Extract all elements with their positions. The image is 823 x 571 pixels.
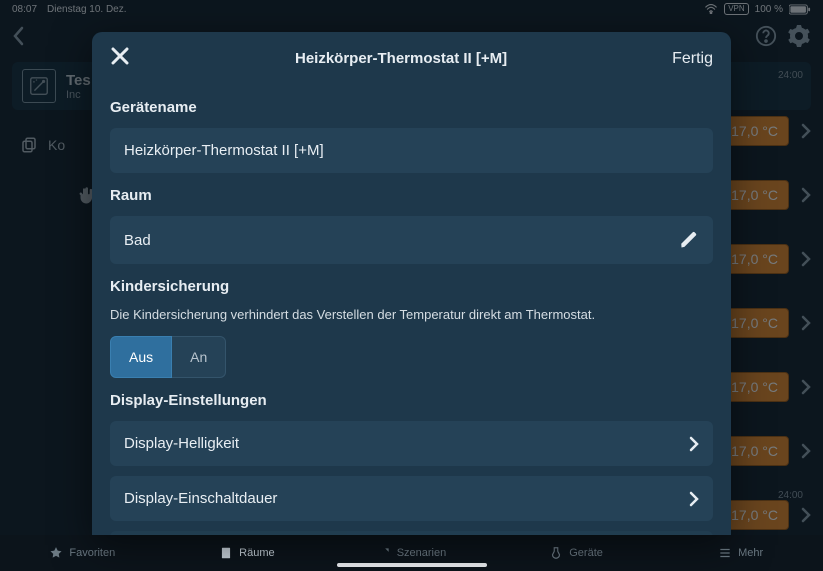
bg-card-title: Tes: [66, 72, 91, 89]
temp-row[interactable]: 17,0 °C: [720, 496, 811, 534]
device-name-input[interactable]: [110, 128, 713, 173]
bg-copy-row[interactable]: Ko: [20, 136, 65, 154]
vpn-badge: VPN: [724, 3, 748, 15]
section-device-name: Gerätename: [110, 99, 713, 116]
childlock-desc: Die Kindersicherung verhindert das Verst…: [110, 307, 713, 322]
help-icon[interactable]: [755, 25, 777, 47]
done-button[interactable]: Fertig: [672, 50, 713, 68]
tab-rooms[interactable]: Räume: [165, 535, 330, 571]
display-duration-row[interactable]: Display-Einschaltdauer: [110, 476, 713, 521]
section-room: Raum: [110, 187, 713, 204]
edit-icon[interactable]: [679, 230, 699, 250]
chevron-right-icon: [689, 436, 699, 452]
bg-card-sub: Inc: [66, 89, 91, 101]
nav-label: Display-Helligkeit: [124, 435, 239, 452]
display-brightness-row[interactable]: Display-Helligkeit: [110, 421, 713, 466]
childlock-on-button[interactable]: An: [172, 336, 226, 378]
chevron-right-icon: [689, 491, 699, 507]
chevron-right-icon: [801, 251, 811, 267]
tab-label: Geräte: [569, 547, 603, 559]
temp-row[interactable]: 17,0 °C: [720, 112, 811, 150]
battery-pct: 100 %: [755, 4, 783, 15]
section-display: Display-Einstellungen: [110, 392, 713, 409]
bg-copy-label: Ko: [48, 137, 65, 153]
nav-label: Display-Einschaltdauer: [124, 490, 277, 507]
status-time: 08:07: [12, 4, 37, 15]
section-childlock: Kindersicherung: [110, 278, 713, 295]
chevron-right-icon: [801, 123, 811, 139]
chevron-right-icon: [801, 187, 811, 203]
childlock-off-button[interactable]: Aus: [110, 336, 172, 378]
temp-row[interactable]: 17,0 °C: [720, 176, 811, 214]
modal-title: Heizkörper-Thermostat II [+M]: [130, 50, 672, 67]
tab-devices[interactable]: Geräte: [494, 535, 659, 571]
temp-row[interactable]: 17,0 °C: [720, 432, 811, 470]
battery-icon: [789, 4, 811, 15]
modal-header: Heizkörper-Thermostat II [+M] Fertig: [92, 32, 731, 85]
tab-favorites[interactable]: Favoriten: [0, 535, 165, 571]
device-settings-modal: Heizkörper-Thermostat II [+M] Fertig Ger…: [92, 32, 731, 535]
tab-label: Szenarien: [397, 547, 447, 559]
wand-icon: [22, 69, 56, 103]
room-value: Bad: [124, 232, 151, 249]
display-orientation-row[interactable]: Display-Ausrichtung: [110, 531, 713, 535]
temp-row[interactable]: 17,0 °C: [720, 240, 811, 278]
childlock-toggle: Aus An: [110, 336, 713, 378]
chevron-right-icon: [801, 315, 811, 331]
chevron-right-icon: [801, 507, 811, 523]
tab-label: Mehr: [738, 547, 763, 559]
wifi-icon: [704, 4, 718, 14]
temp-column: 17,0 °C 17,0 °C 17,0 °C 17,0 °C 17,0 °C …: [720, 112, 811, 534]
home-indicator: [337, 563, 487, 567]
chevron-right-icon: [801, 379, 811, 395]
modal-body: Gerätename Raum Bad Kindersicherung Die …: [92, 85, 731, 535]
tab-label: Favoriten: [69, 547, 115, 559]
tab-label: Räume: [239, 547, 274, 559]
chevron-right-icon: [801, 443, 811, 459]
tab-more[interactable]: Mehr: [658, 535, 823, 571]
temp-row[interactable]: 17,0 °C: [720, 304, 811, 342]
status-bar: 08:07 Dienstag 10. Dez. VPN 100 %: [0, 0, 823, 18]
back-icon[interactable]: [12, 26, 26, 46]
room-row[interactable]: Bad: [110, 216, 713, 264]
status-date: Dienstag 10. Dez.: [47, 4, 127, 15]
close-icon[interactable]: [110, 46, 130, 71]
gear-icon[interactable]: [787, 24, 811, 48]
temp-row[interactable]: 17,0 °C: [720, 368, 811, 406]
bg-time-label: 24:00: [778, 70, 803, 81]
